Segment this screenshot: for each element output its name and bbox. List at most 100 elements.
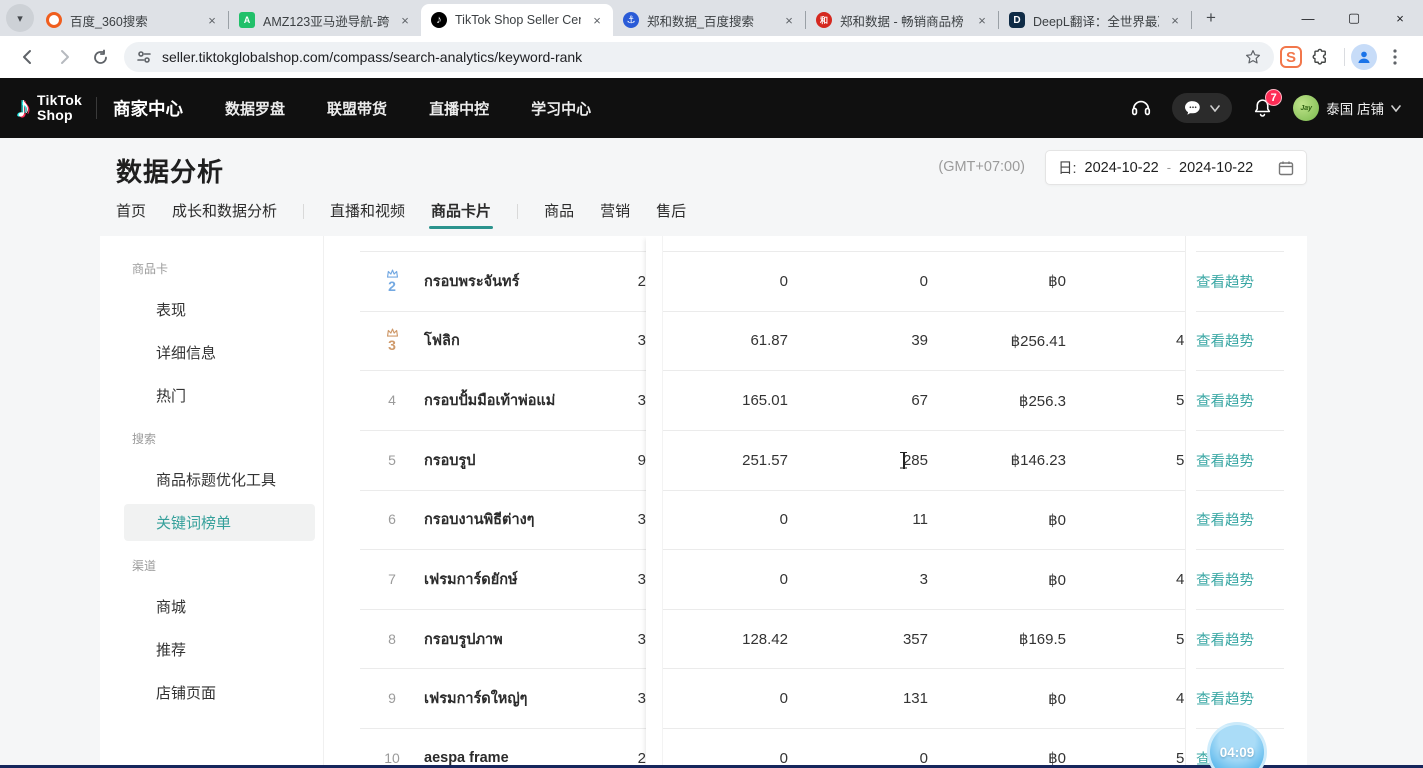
view-trend-link[interactable]: 查看趋势 [1196, 610, 1276, 669]
date-separator: - [1167, 160, 1171, 175]
window-maximize-button[interactable]: ▢ [1331, 0, 1377, 36]
analytics-tab-直播和视频[interactable]: 直播和视频 [330, 200, 405, 229]
nav-item-学习中心[interactable]: 学习中心 [531, 98, 591, 119]
analytics-tab-首页[interactable]: 首页 [116, 200, 146, 229]
table-row-clipped [360, 236, 1284, 251]
rank-cell: 6 [372, 491, 412, 550]
browser-tab[interactable]: 和郑和数据 - 畅销商品榜× [806, 4, 998, 36]
table-row: 2กรอบพระจันทร์200฿0查看趋势 [360, 251, 1284, 311]
messages-button[interactable] [1172, 93, 1232, 123]
back-button[interactable] [13, 42, 43, 72]
keyword-cell: เฟรมการ์ดใหญ่ๆ [424, 669, 636, 728]
sidebar-gap [116, 547, 323, 557]
nav-divider [96, 97, 97, 119]
calendar-icon[interactable] [1278, 160, 1294, 176]
screen: ▾ 百度_360搜索×AAMZ123亚马逊导航-跨境×♪TikTok Shop … [0, 0, 1423, 768]
analytics-tab-营销[interactable]: 营销 [600, 200, 630, 229]
tab-close-icon[interactable]: × [1167, 12, 1183, 28]
gmv-cell: ฿169.5 [946, 610, 1066, 669]
rank-cell: 7 [372, 550, 412, 609]
window-minimize-button[interactable]: — [1285, 0, 1331, 36]
sidebar-item-店铺页面[interactable]: 店铺页面 [124, 674, 315, 711]
view-trend-link[interactable]: 查看趋势 [1196, 252, 1276, 311]
nav-item-商家中心[interactable]: 商家中心 [113, 96, 183, 121]
view-trend-link[interactable]: 查看趋势 [1196, 491, 1276, 550]
keyword-cell: กรอบรูปภาพ [424, 610, 636, 669]
nav-item-联盟带货[interactable]: 联盟带货 [327, 98, 387, 119]
extensions-puzzle-icon[interactable] [1305, 42, 1335, 72]
keyword-cell: กรอบรูป [424, 431, 636, 490]
tiktok-logo-text: TikTok Shop [37, 93, 82, 123]
view-trend-link[interactable]: 查看趋势 [1196, 371, 1276, 430]
view-trend-link[interactable]: 查看趋势 [1196, 669, 1276, 728]
date-granularity-label: 日: [1058, 157, 1077, 178]
tab-close-icon[interactable]: × [204, 12, 220, 28]
store-switcher[interactable]: Jay 泰国 店铺 [1293, 95, 1401, 121]
gmv-cell: ฿146.23 [946, 431, 1066, 490]
sidebar-item-详细信息[interactable]: 详细信息 [124, 334, 315, 371]
bookmark-star-icon[interactable] [1244, 48, 1262, 66]
tab-close-icon[interactable]: × [974, 12, 990, 28]
tab-close-icon[interactable]: × [397, 12, 413, 28]
page-title: 数据分析 [116, 152, 224, 189]
amz-favicon-icon: A [239, 12, 255, 28]
tab-close-icon[interactable]: × [589, 12, 605, 28]
forward-button[interactable] [49, 42, 79, 72]
sidebar-item-表现[interactable]: 表现 [124, 291, 315, 328]
clipped-value-left: 3 [622, 550, 646, 609]
table-row: 5กรอบรูป9251.57285฿146.235查看趋势 [360, 430, 1284, 490]
sidebar-item-商城[interactable]: 商城 [124, 588, 315, 625]
nav-item-直播中控[interactable]: 直播中控 [429, 98, 489, 119]
browser-menu-kebab-icon[interactable] [1380, 42, 1410, 72]
browser-tab-title: AMZ123亚马逊导航-跨境 [263, 11, 389, 30]
view-trend-link[interactable]: 查看趋势 [1196, 550, 1276, 609]
sidebar-item-推荐[interactable]: 推荐 [124, 631, 315, 668]
url-bar[interactable]: seller.tiktokglobalshop.com/compass/sear… [124, 42, 1274, 72]
window-close-button[interactable]: × [1377, 0, 1423, 36]
store-avatar: Jay [1293, 95, 1319, 121]
browser-tab[interactable]: DDeepL翻译：全世界最准× [999, 4, 1191, 36]
analytics-tab-售后[interactable]: 售后 [656, 200, 686, 229]
frozen-column-gap-left [646, 236, 663, 768]
browser-tab[interactable]: ⚓郑和数据_百度搜索× [613, 4, 805, 36]
analytics-tab-商品卡片[interactable]: 商品卡片 [431, 200, 491, 229]
site-info-icon[interactable] [136, 49, 152, 65]
date-start-value[interactable]: 2024-10-22 [1085, 160, 1159, 176]
tab-search-chevron-icon[interactable]: ▾ [6, 4, 34, 32]
url-text[interactable]: seller.tiktokglobalshop.com/compass/sear… [162, 49, 1244, 65]
sidebar-item-商品标题优化工具[interactable]: 商品标题优化工具 [124, 461, 315, 498]
metric-cell-a: 0 [688, 252, 788, 311]
sidebar-item-关键词榜单[interactable]: 关键词榜单 [124, 504, 315, 541]
table-row: 4กรอบปั้มมือเท้าพ่อแม่3165.0167฿256.35查看… [360, 370, 1284, 430]
rank-number: 2 [388, 279, 396, 294]
view-trend-link[interactable]: 查看趋势 [1196, 312, 1276, 371]
metric-cell-b: 131 [828, 669, 928, 728]
browser-tab[interactable]: 百度_360搜索× [36, 4, 228, 36]
reload-button[interactable] [85, 42, 115, 72]
browser-profile-avatar[interactable] [1351, 44, 1377, 70]
metric-cell-b: 3 [828, 550, 928, 609]
date-end-value[interactable]: 2024-10-22 [1179, 160, 1253, 176]
date-range-picker[interactable]: 日: 2024-10-22 - 2024-10-22 [1045, 150, 1307, 185]
rank-number: 8 [388, 632, 396, 647]
new-tab-button[interactable]: + [1198, 5, 1224, 31]
gmv-cell: ฿0 [946, 729, 1066, 768]
nav-item-数据罗盘[interactable]: 数据罗盘 [225, 98, 285, 119]
tab-close-icon[interactable]: × [781, 12, 797, 28]
metric-cell-b: 0 [828, 729, 928, 768]
gmv-cell: ฿0 [946, 550, 1066, 609]
extension-s-icon[interactable]: S [1280, 46, 1302, 68]
metric-cell-b: 39 [828, 312, 928, 371]
browser-tab[interactable]: ♪TikTok Shop Seller Cente× [421, 4, 613, 36]
content-card: 商品卡表现详细信息热门搜索商品标题优化工具关键词榜单渠道商城推荐店铺页面 2กร… [100, 236, 1307, 768]
keyword-rank-table: 2กรอบพระจันทร์200฿0查看趋势3โฟลิก361.8739฿25… [360, 236, 1284, 768]
analytics-tab-成长和数据分析[interactable]: 成长和数据分析 [172, 200, 277, 229]
keyword-cell: เฟรมการ์ดยักษ์ [424, 550, 636, 609]
notifications-button[interactable]: 7 [1252, 97, 1273, 119]
analytics-tab-商品[interactable]: 商品 [544, 200, 574, 229]
deepl-favicon-icon: D [1009, 12, 1025, 28]
browser-tab[interactable]: A AMZ123亚马逊导航-跨境 × [229, 4, 421, 36]
sidebar-item-热门[interactable]: 热门 [124, 377, 315, 414]
view-trend-link[interactable]: 查看趋势 [1196, 431, 1276, 490]
support-headset-icon[interactable] [1130, 97, 1152, 119]
